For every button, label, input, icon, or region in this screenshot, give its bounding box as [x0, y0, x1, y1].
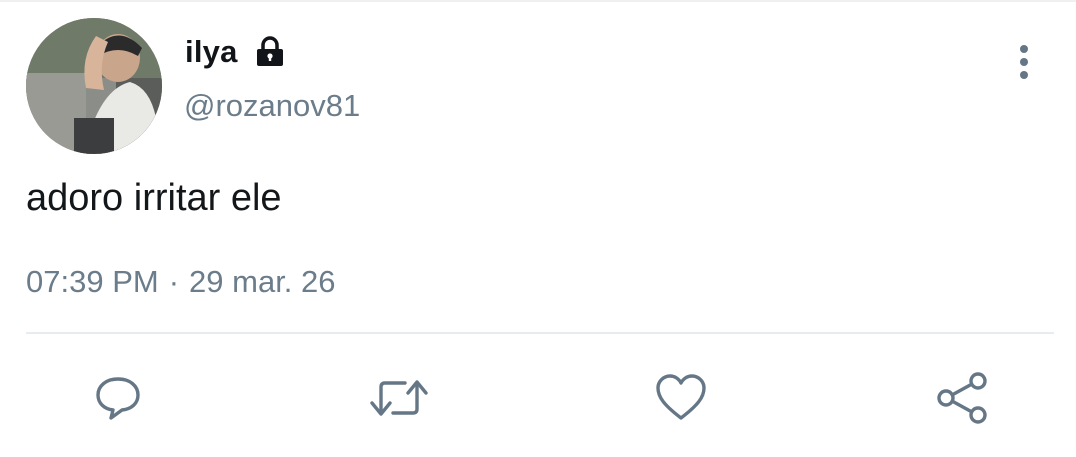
more-options-button[interactable]: [1004, 40, 1044, 84]
tweet-text: adoro irritar ele: [26, 177, 282, 219]
user-handle[interactable]: @rozanov81: [184, 88, 360, 124]
avatar[interactable]: [26, 18, 162, 154]
actions-divider: [26, 332, 1054, 334]
display-name[interactable]: ilya: [185, 34, 238, 70]
reply-button[interactable]: [88, 370, 148, 426]
lock-icon: [254, 36, 286, 68]
reply-icon: [96, 377, 140, 420]
tweet-time: 07:39 PM: [26, 264, 159, 299]
name-row: ilya: [185, 30, 286, 74]
retweet-button[interactable]: [369, 370, 429, 426]
tweet-card: ilya @rozanov81 adoro irritar ele 07:39 …: [0, 0, 1076, 457]
share-icon: [937, 372, 987, 424]
like-button[interactable]: [651, 370, 711, 426]
more-vertical-icon: [1020, 45, 1028, 79]
top-divider: [0, 0, 1076, 2]
tweet-meta: 07:39 PM · 29 mar. 26: [26, 264, 336, 300]
meta-separator: ·: [168, 264, 180, 299]
avatar-photo: [26, 18, 162, 154]
retweet-icon: [370, 380, 428, 416]
share-button[interactable]: [932, 370, 992, 426]
heart-icon: [656, 374, 706, 420]
tweet-date: 29 mar. 26: [189, 264, 336, 299]
